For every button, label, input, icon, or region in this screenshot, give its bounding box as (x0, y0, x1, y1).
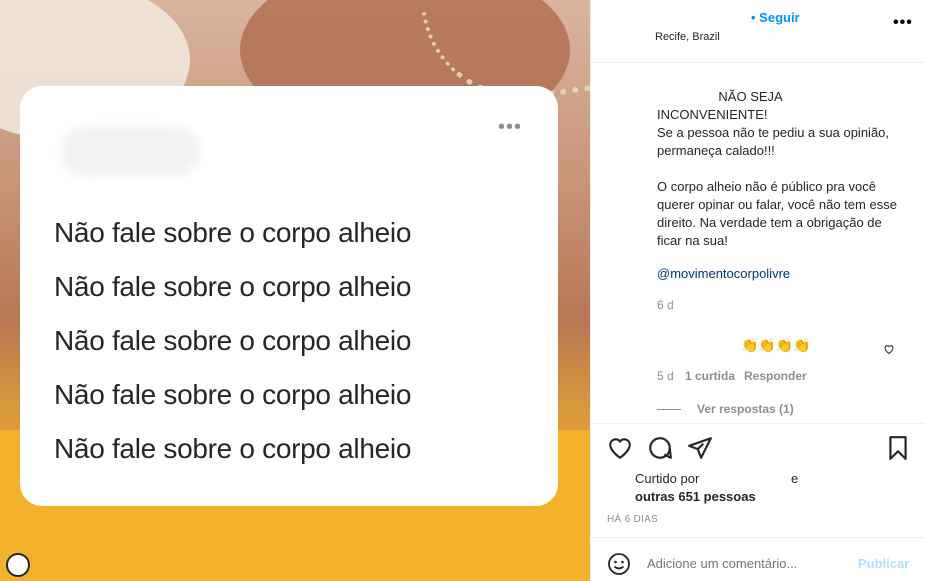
post-date: HÁ 6 DIAS (607, 514, 659, 525)
comment-time: 5 d (657, 369, 674, 383)
reply-button[interactable]: Responder (744, 369, 807, 383)
likes-count-link[interactable]: outras 651 pessoas (635, 489, 756, 504)
liked-by-and: e (791, 471, 799, 486)
location-link[interactable]: Recife, Brazil (655, 31, 720, 43)
card-line: Não fale sobre o corpo alheio (54, 433, 412, 464)
divider (591, 423, 925, 424)
post-sidebar: • Seguir Recife, Brazil ••• NÃO SEJA INC… (590, 0, 925, 581)
divider (591, 537, 925, 538)
ellipsis-icon[interactable]: ••• (893, 14, 913, 32)
card-lines: Não fale sobre o corpo alheio Não fale s… (54, 206, 411, 476)
comment-input[interactable] (647, 556, 837, 571)
blurred-header (60, 126, 200, 176)
profile-icon[interactable] (6, 553, 30, 577)
publish-button[interactable]: Publicar (858, 556, 909, 571)
view-replies-button[interactable]: Ver respostas (1) (697, 402, 794, 416)
caption-text: NÃO SEJA INCONVENIENTE! Se a pessoa não … (657, 89, 897, 248)
text-card: ••• Não fale sobre o corpo alheio Não fa… (20, 86, 558, 506)
liked-by-text: Curtido por (635, 471, 700, 486)
comment-text: 👏👏👏👏 (741, 337, 811, 353)
divider (591, 62, 925, 63)
card-line: Não fale sobre o corpo alheio (54, 325, 412, 356)
card-ellipsis-icon: ••• (497, 116, 522, 138)
caption-time: 6 d (657, 298, 674, 312)
share-icon[interactable] (687, 435, 713, 461)
heart-icon[interactable] (607, 435, 633, 461)
card-line: Não fale sobre o corpo alheio (54, 217, 412, 248)
comment-likes[interactable]: 1 curtida (685, 369, 735, 383)
follow-button[interactable]: • Seguir (751, 10, 800, 25)
replies-divider (657, 409, 681, 410)
emoji-icon[interactable] (607, 552, 631, 576)
mention-link[interactable]: @movimentocorpolivre (657, 266, 790, 281)
comment-heart-icon[interactable] (883, 343, 895, 355)
post-image: ••• Não fale sobre o corpo alheio Não fa… (0, 0, 590, 581)
card-line: Não fale sobre o corpo alheio (54, 271, 412, 302)
bookmark-icon[interactable] (885, 435, 911, 461)
card-line: Não fale sobre o corpo alheio (54, 379, 412, 410)
comment-icon[interactable] (647, 435, 673, 461)
